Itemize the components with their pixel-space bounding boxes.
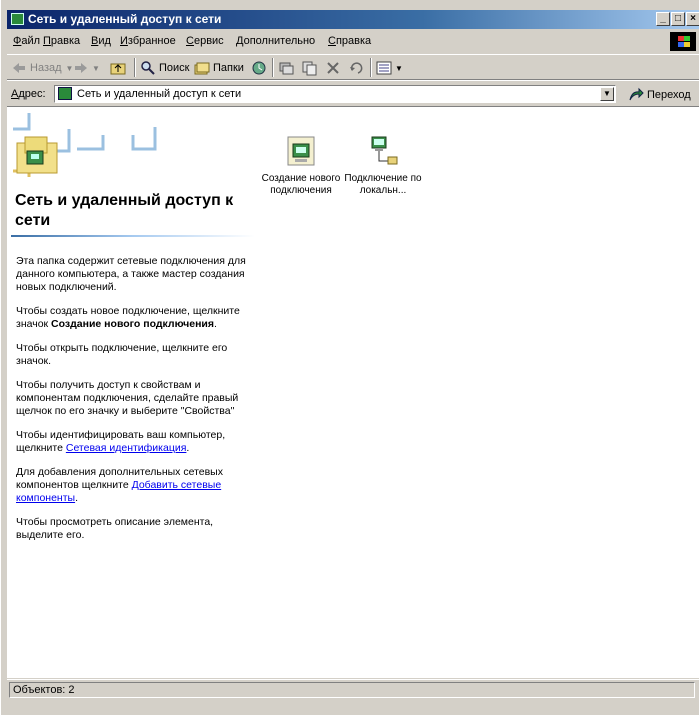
standard-toolbar: Назад ▼ ▼ Поиск Папки ▼ bbox=[7, 54, 699, 80]
move-to-icon bbox=[278, 60, 294, 76]
folder-banner-graphic bbox=[13, 113, 157, 177]
back-label: Назад bbox=[30, 62, 62, 74]
explorer-window: Сеть и удаленный доступ к сети _ □ × Фай… bbox=[0, 0, 699, 715]
menu-view[interactable]: Вид bbox=[91, 35, 111, 47]
address-dropdown-button[interactable]: ▼ bbox=[600, 87, 614, 101]
pane-title: Сеть и удаленный доступ к сети bbox=[15, 192, 234, 229]
copy-to-icon bbox=[301, 60, 317, 76]
address-label: Адрес: bbox=[11, 88, 46, 100]
folders-label: Папки bbox=[213, 62, 244, 74]
search-label: Поиск bbox=[159, 62, 190, 74]
info-text: . bbox=[75, 492, 79, 504]
address-input[interactable]: Сеть и удаленный доступ к сети ▼ bbox=[54, 85, 616, 103]
menu-edit[interactable]: Правка bbox=[43, 35, 80, 47]
delete-icon bbox=[325, 60, 341, 76]
info-paragraph: Чтобы просмотреть описание элемента, выд… bbox=[16, 516, 214, 541]
info-text: . bbox=[214, 318, 217, 330]
status-object-count: Объектов: 2 bbox=[9, 682, 695, 698]
new-connection-emphasis: Создание нового подключения bbox=[51, 318, 214, 330]
content-area: Сеть и удаленный доступ к сети Эта папка… bbox=[7, 106, 699, 678]
up-folder-button[interactable] bbox=[110, 58, 129, 78]
folder-up-icon bbox=[110, 60, 126, 76]
file-label: Создание нового подключения bbox=[261, 173, 341, 196]
new-connection-icon bbox=[284, 135, 318, 169]
status-bar: Объектов: 2 bbox=[7, 679, 699, 699]
folders-icon bbox=[194, 60, 210, 76]
file-item-lan-connection[interactable]: Подключение по локальн... bbox=[343, 135, 423, 197]
info-paragraph: Чтобы открыть подключение, щелкните его … bbox=[16, 342, 228, 367]
info-paragraph: Эта папка содержит сетевые подключения д… bbox=[16, 255, 246, 293]
forward-arrow-icon bbox=[73, 60, 89, 76]
pane-description: Эта папка содержит сетевые подключения д… bbox=[16, 255, 256, 553]
menu-bar: Файл Правка Вид Избранное Сервис Дополни… bbox=[7, 31, 699, 52]
maximize-button[interactable]: □ bbox=[671, 12, 685, 26]
menu-tools[interactable]: Сервис bbox=[186, 35, 224, 47]
menu-advanced[interactable]: Дополнительно bbox=[236, 35, 315, 47]
file-label: Подключение по локальн... bbox=[344, 173, 422, 196]
address-value: Сеть и удаленный доступ к сети bbox=[77, 88, 242, 100]
close-button[interactable]: × bbox=[686, 12, 699, 26]
window-controls: _ □ × bbox=[656, 12, 699, 26]
info-paragraph: Чтобы получить доступ к свойствам и комп… bbox=[16, 379, 239, 417]
web-view-pane: Сеть и удаленный доступ к сети Эта папка… bbox=[7, 107, 259, 677]
menu-favorites[interactable]: Избранное bbox=[120, 35, 176, 47]
menu-file[interactable]: Файл bbox=[13, 35, 40, 47]
file-item-new-connection[interactable]: Создание нового подключения bbox=[261, 135, 341, 197]
history-button[interactable] bbox=[251, 58, 270, 78]
title-bar[interactable]: Сеть и удаленный доступ к сети _ □ × bbox=[7, 10, 699, 29]
search-button[interactable]: Поиск bbox=[140, 58, 189, 78]
views-icon bbox=[376, 60, 392, 76]
network-folder-icon bbox=[11, 13, 24, 25]
menu-help[interactable]: Справка bbox=[328, 35, 371, 47]
address-bar: Адрес: Сеть и удаленный доступ к сети ▼ … bbox=[7, 80, 699, 106]
copy-to-button[interactable] bbox=[301, 58, 320, 78]
pane-title-underline bbox=[11, 235, 255, 237]
history-icon bbox=[251, 60, 267, 76]
network-folder-icon bbox=[58, 87, 72, 100]
folders-button[interactable]: Папки bbox=[194, 58, 244, 78]
move-to-button[interactable] bbox=[278, 58, 297, 78]
info-paragraph: Чтобы создать новое подключение, щелкнит… bbox=[16, 305, 256, 331]
windows-logo-icon bbox=[670, 32, 696, 51]
info-text: . bbox=[186, 442, 190, 454]
go-arrow-icon bbox=[628, 87, 644, 103]
network-identification-link[interactable]: Сетевая идентификация bbox=[66, 442, 187, 454]
views-button[interactable]: ▼ bbox=[376, 58, 403, 78]
minimize-button[interactable]: _ bbox=[656, 12, 670, 26]
search-icon bbox=[140, 60, 156, 76]
lan-connection-icon bbox=[366, 135, 400, 169]
go-button[interactable]: Переход bbox=[628, 87, 691, 103]
window-title: Сеть и удаленный доступ к сети bbox=[28, 12, 222, 26]
undo-button[interactable] bbox=[348, 58, 367, 78]
info-paragraph: Чтобы идентифицировать ваш компьютер, ще… bbox=[16, 429, 256, 455]
forward-button[interactable]: ▼ bbox=[73, 58, 100, 78]
back-button[interactable]: Назад ▼ bbox=[11, 58, 73, 78]
info-paragraph: Для добавления дополнительных сетевых ко… bbox=[16, 466, 256, 505]
delete-button[interactable] bbox=[325, 58, 344, 78]
undo-icon bbox=[348, 60, 364, 76]
back-arrow-icon bbox=[11, 60, 27, 76]
go-label: Переход bbox=[647, 89, 691, 101]
